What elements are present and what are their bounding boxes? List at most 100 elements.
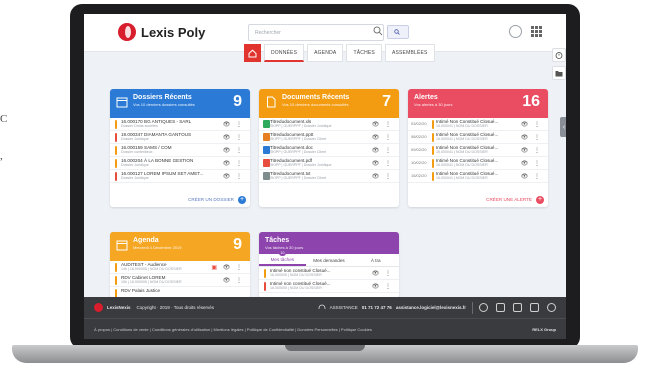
home-button[interactable] (244, 44, 261, 62)
document-row[interactable]: Titredudocument.pdf SKIPP | GUERPPF | Dos… (259, 157, 399, 170)
document-row[interactable]: Titredudocument.xls SKIPP | GUERPPF | Dos… (259, 118, 399, 131)
row-actions[interactable]: 👁 ⋮ (372, 160, 393, 167)
create-alerte-label: CRÉER UNE ALERTE (486, 197, 532, 202)
document-tool-icon[interactable] (496, 303, 505, 312)
row-actions[interactable]: 👁 ⋮ (372, 134, 393, 141)
dossier-row[interactable]: 16.000204 À LA BONNE GESTION Dossier Juri… (110, 157, 250, 170)
tab-taches[interactable]: TÂCHES (346, 44, 382, 62)
documents-count: 7 (382, 93, 391, 110)
dossiers-card: Dossiers Récents Vos 10 derniers dossier… (110, 89, 250, 207)
folder-tool-button[interactable] (552, 66, 566, 80)
create-dossier-label: CRÉER UN DOSSIER (188, 197, 234, 202)
alerte-row[interactable]: 09/02/20 Intimé Non Constitué Closué... 16… (408, 144, 548, 157)
assistance-phone[interactable]: 01 71 72 47 76 (362, 305, 392, 310)
create-dossier-link[interactable]: CRÉER UN DOSSIER + (110, 193, 250, 207)
stray-text-2: , (0, 150, 3, 162)
plus-icon: + (536, 196, 544, 204)
search-input[interactable]: Rechercher (248, 24, 384, 41)
dossiers-count: 9 (233, 93, 242, 110)
create-alerte-link[interactable]: CRÉER UNE ALERTE + (408, 193, 548, 207)
row-actions[interactable]: 👁 ⋮ (521, 160, 542, 167)
row-actions[interactable]: 👁 ⋮ (223, 277, 244, 284)
stray-text-1: C (0, 113, 8, 125)
tab-mes-taches[interactable]: Mes tâches 10 (259, 250, 306, 266)
app-screen: Lexis Poly Rechercher DONNÉES AGENDA TÂC… (84, 14, 566, 339)
dossier-row[interactable]: 16.000170 BG ANTIQUES - SARL Dossier Droi… (110, 118, 250, 131)
taches-title: Tâches (265, 237, 290, 244)
home-icon (248, 49, 257, 57)
agenda-row[interactable]: RDV Cabinet LOREM 15h | 16.000005 | NOM D… (110, 274, 250, 287)
download-icon[interactable] (513, 303, 522, 312)
apps-grid-icon[interactable] (531, 26, 542, 37)
dossier-row[interactable]: 16.000127 LOREM IPSUM SET AMET... Dossier… (110, 170, 250, 183)
tab-donnees[interactable]: DONNÉES (264, 44, 305, 62)
tache-row[interactable]: Intimé non constitué Closué... 16.000005 … (259, 267, 399, 280)
alerte-row[interactable]: 08/02/20 Intimé Non Constitué Closué... 16… (408, 131, 548, 144)
taches-card: Tâches Vos tâches à 30 jours Mes tâches 1… (259, 232, 399, 298)
divider (472, 301, 473, 314)
user-avatar-icon[interactable] (509, 25, 522, 38)
documents-subtitle: Vos 10 derniers documents consultés (282, 102, 349, 107)
row-actions[interactable]: 👁 ⋮ (521, 121, 542, 128)
row-actions[interactable]: 👁 ⋮ (223, 134, 244, 141)
row-actions[interactable]: 👁 ⋮ (223, 160, 244, 167)
document-row[interactable]: Titredudocument.doc SKIPP | GUERPPF | Dos… (259, 144, 399, 157)
footer-brand: LexisNexis (107, 305, 131, 310)
taches-badge: 10 (279, 250, 286, 256)
alerte-row[interactable]: 10/02/20 Intimé Non Constitué Closué... 16… (408, 157, 548, 170)
agenda-subtitle: Mercredi 4 Décembre 2019 (133, 245, 182, 250)
stopwatch-icon (555, 52, 563, 59)
timer-button[interactable] (552, 48, 566, 62)
dossiers-subtitle: Vos 10 derniers dossiers consultés (133, 102, 195, 107)
row-actions[interactable]: 👁 ⋮ (521, 134, 542, 141)
settings-icon[interactable] (547, 303, 556, 312)
laptop-notch (285, 345, 365, 351)
assistance-label: ASSISTANCE (329, 305, 358, 310)
row-actions[interactable]: 👁 ⋮ (372, 270, 393, 277)
document-row[interactable]: Titredudocument.txt SKIPP | GUERPPF | Dos… (259, 170, 399, 183)
collapse-panel-button[interactable]: ‹ (560, 117, 566, 137)
lexis-logo-icon (118, 23, 136, 41)
agenda-count: 9 (233, 236, 242, 253)
row-actions[interactable]: 👁 ⋮ (372, 147, 393, 154)
filter-button[interactable] (387, 25, 409, 39)
assistance-email[interactable]: assistance.logiciel@lexisnexis.fr (396, 305, 466, 310)
chevron-left-icon: ‹ (562, 123, 566, 131)
alerte-row[interactable]: 15/02/20 Intimé Non Constitué Closué... 16… (408, 170, 548, 183)
calendar-icon (116, 240, 128, 251)
tab-mes-demandes[interactable]: Mes demandes (306, 254, 353, 266)
tache-row[interactable]: Intimé non constitué Closué... 16.000005 … (259, 280, 399, 293)
tab-assemblees[interactable]: ASSEMBLÉES (384, 44, 435, 62)
help-icon[interactable] (479, 303, 488, 312)
row-actions[interactable]: 👁 ⋮ (521, 147, 542, 154)
tab-a-traiter[interactable]: À tra (352, 254, 399, 266)
row-actions[interactable]: ▣ 👁 ⋮ (211, 264, 244, 271)
wrench-icon[interactable] (530, 303, 539, 312)
row-actions[interactable]: 👁 ⋮ (372, 173, 393, 180)
app-logo[interactable]: Lexis Poly (118, 23, 205, 41)
footer-copyright: Copyright · 2019 · Tous droits réservés (136, 305, 214, 310)
dossiers-list: 16.000170 BG ANTIQUES - SARL Dossier Droi… (110, 118, 250, 183)
row-actions[interactable]: 👁 ⋮ (372, 283, 393, 290)
footer-legal-links[interactable]: À propos | Conditions de vente | Conditi… (94, 327, 372, 332)
alerte-row[interactable]: 03/02/20 Intimé Non Constitué Closué... 16… (408, 118, 548, 131)
dossier-row[interactable]: 19.000347 DIAMANTA GANTOUS Dossier Juridi… (110, 131, 250, 144)
main-nav: DONNÉES AGENDA TÂCHES ASSEMBLÉES (244, 44, 435, 62)
agenda-row[interactable]: AUDITEST - Audience 14h | 16.000005 | NOM… (110, 261, 250, 274)
row-actions[interactable]: 👁 ⋮ (223, 173, 244, 180)
dossier-row[interactable]: 16.000159 SAMS / COM Dossier contentieux 👁… (110, 144, 250, 157)
search-icon[interactable] (373, 26, 383, 36)
agenda-card-header: Agenda Mercredi 4 Décembre 2019 9 (110, 232, 250, 261)
alertes-list: 03/02/20 Intimé Non Constitué Closué... 16… (408, 118, 548, 183)
row-actions[interactable]: 👁 ⋮ (223, 147, 244, 154)
alertes-card: Alertes Vos alertes à 30 jours 16 03/02/… (408, 89, 548, 207)
row-actions[interactable]: 👁 ⋮ (372, 121, 393, 128)
footer-tools (479, 303, 556, 312)
documents-title: Documents Récents (282, 94, 350, 101)
document-row[interactable]: Titredudocument.pptt SKIPP | GUERPPF | Do… (259, 131, 399, 144)
tab-agenda[interactable]: AGENDA (307, 44, 344, 62)
row-actions[interactable]: 👁 ⋮ (521, 173, 542, 180)
doc-file-icon (263, 146, 270, 154)
folder-icon (555, 70, 563, 76)
row-actions[interactable]: 👁 ⋮ (223, 121, 244, 128)
